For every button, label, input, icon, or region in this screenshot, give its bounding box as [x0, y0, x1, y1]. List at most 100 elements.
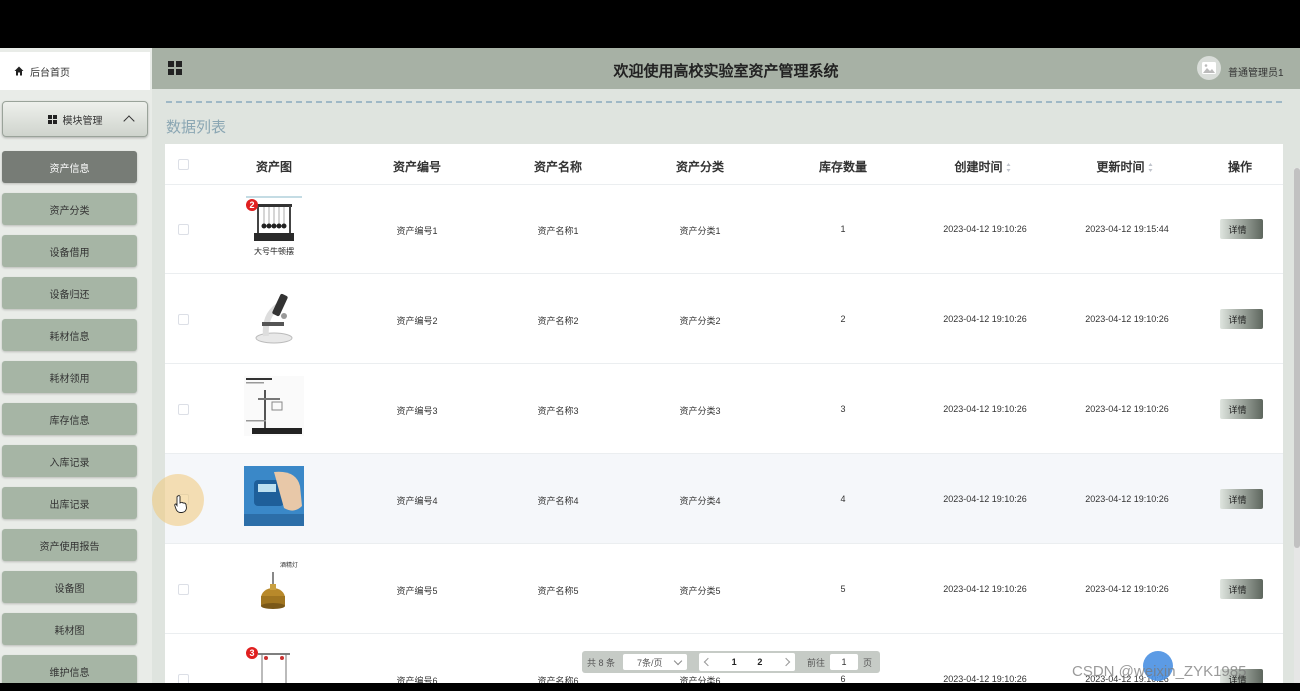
- module-label: 模块管理: [62, 115, 103, 127]
- col-asset-name: 资产名称: [533, 160, 583, 174]
- page-unit-label: 页: [863, 657, 873, 668]
- col-actions: 操作: [1227, 160, 1253, 174]
- hand-cursor-icon: [174, 495, 187, 513]
- pagination: 共 8 条 7条/页 1 2 前往 1 页: [582, 651, 880, 673]
- pagination-total: 共 8 条: [587, 657, 616, 668]
- asset-thumbnail[interactable]: [244, 376, 304, 436]
- sidebar-item-maintenance-info[interactable]: 维护信息: [2, 655, 137, 683]
- cell-created: 2023-04-12 19:10:26: [943, 584, 1027, 594]
- table-header: 资产图 资产编号 资产名称 资产分类 库存数量 创建时间 更新时间 操作: [165, 144, 1283, 185]
- col-created-time[interactable]: 创建时间: [954, 158, 1011, 175]
- col-asset-image: 资产图: [255, 160, 293, 174]
- detail-button[interactable]: 详情: [1220, 219, 1263, 239]
- asset-thumbnail[interactable]: [244, 466, 304, 526]
- sidebar-item-asset-info[interactable]: 资产信息: [2, 151, 137, 183]
- sidebar-item-asset-category[interactable]: 资产分类: [2, 193, 137, 225]
- divider: [166, 101, 1282, 103]
- cell-category: 资产分类5: [679, 586, 721, 596]
- sidebar-item-equipment-chart[interactable]: 设备图: [2, 571, 137, 603]
- cell-name: 资产名称2: [537, 316, 579, 326]
- asset-thumbnail[interactable]: 酒精灯: [244, 556, 304, 616]
- detail-button[interactable]: 详情: [1220, 489, 1263, 509]
- bottom-black-bar: [0, 683, 1300, 691]
- chevron-up-icon: [123, 115, 135, 127]
- detail-button[interactable]: 详情: [1220, 399, 1263, 419]
- asset-thumbnail[interactable]: [244, 286, 304, 346]
- data-table: 资产图 资产编号 资产名称 资产分类 库存数量 创建时间 更新时间 操作 大号牛…: [165, 144, 1283, 683]
- cell-code: 资产编号4: [396, 496, 438, 506]
- cell-updated: 2023-04-12 19:10:26: [1085, 494, 1169, 504]
- goto-label: 前往: [807, 657, 826, 668]
- goto-page-input[interactable]: 1: [830, 654, 859, 670]
- cell-created: 2023-04-12 19:10:26: [943, 314, 1027, 324]
- asset-thumbnail[interactable]: 大号牛顿摆 2: [244, 196, 304, 256]
- home-icon: [14, 66, 24, 76]
- row-checkbox[interactable]: [178, 404, 189, 415]
- sidebar-item-stock-out[interactable]: 出库记录: [2, 487, 137, 519]
- sidebar: 后台首页 模块管理 资产信息 资产分类 设备借用 设备归还 耗材信息 耗材领用 …: [0, 48, 152, 683]
- detail-button[interactable]: 详情: [1220, 309, 1263, 329]
- col-updated-time[interactable]: 更新时间: [1096, 158, 1153, 175]
- cell-category: 资产分类4: [679, 496, 721, 506]
- prev-page-icon[interactable]: [703, 657, 713, 667]
- module-management-toggle[interactable]: 模块管理: [2, 101, 148, 137]
- page-1-button[interactable]: 1: [732, 657, 737, 667]
- sort-icon[interactable]: [1148, 163, 1154, 173]
- table-row: 资产编号4 资产名称4 资产分类4 4 2023-04-12 19:10:26 …: [165, 454, 1283, 544]
- image-caption: 大号牛顿摆: [254, 247, 294, 256]
- sidebar-item-inventory-info[interactable]: 库存信息: [2, 403, 137, 435]
- cell-code: 资产编号3: [396, 406, 438, 416]
- cell-code: 资产编号1: [396, 226, 438, 236]
- row-checkbox[interactable]: [178, 584, 189, 595]
- sidebar-item-consumable-info[interactable]: 耗材信息: [2, 319, 137, 351]
- row-checkbox[interactable]: [178, 314, 189, 325]
- cell-updated: 2023-04-12 19:10:26: [1085, 404, 1169, 414]
- avatar[interactable]: [1197, 56, 1221, 80]
- cell-code: 资产编号6: [396, 676, 438, 683]
- sidebar-item-consumable-chart[interactable]: 耗材图: [2, 613, 137, 645]
- cell-updated: 2023-04-12 19:10:26: [1085, 314, 1169, 324]
- cell-qty: 1: [840, 224, 846, 234]
- sidebar-item-stock-in[interactable]: 入库记录: [2, 445, 137, 477]
- cell-qty: 4: [840, 494, 846, 504]
- sidebar-item-usage-report[interactable]: 资产使用报告: [2, 529, 137, 561]
- asset-thumbnail[interactable]: 3: [244, 646, 304, 683]
- table-row: 大号牛顿摆 2 资产编号1 资产名称1 资产分类1 1 2023-04-12 1…: [165, 184, 1283, 274]
- scrollbar-thumb[interactable]: [1294, 168, 1300, 548]
- cell-code: 资产编号5: [396, 586, 438, 596]
- top-black-bar: [0, 0, 1300, 48]
- row-checkbox[interactable]: [178, 224, 189, 235]
- top-header: 欢迎使用高校实验室资产管理系统 普通管理员1: [152, 48, 1300, 89]
- cell-created: 2023-04-12 19:10:26: [943, 674, 1027, 683]
- scrollbar[interactable]: [1294, 168, 1300, 683]
- page-size-select[interactable]: 7条/页: [623, 654, 687, 670]
- cell-category: 资产分类3: [679, 406, 721, 416]
- table-row: 资产编号3 资产名称3 资产分类3 3 2023-04-12 19:10:26 …: [165, 364, 1283, 454]
- page-nav: 1 2: [699, 653, 795, 671]
- page-2-button[interactable]: 2: [757, 657, 762, 667]
- cell-qty: 5: [840, 584, 846, 594]
- cell-created: 2023-04-12 19:10:26: [943, 224, 1027, 234]
- cell-name: 资产名称5: [537, 586, 579, 596]
- home-label: 后台首页: [30, 67, 70, 79]
- detail-button[interactable]: 详情: [1220, 579, 1263, 599]
- select-all-checkbox[interactable]: [178, 159, 189, 170]
- col-created-label: 创建时间: [954, 160, 1003, 174]
- col-asset-code: 资产编号: [392, 160, 442, 174]
- sidebar-item-equipment-borrow[interactable]: 设备借用: [2, 235, 137, 267]
- sidebar-home-link[interactable]: 后台首页: [0, 52, 150, 90]
- watermark: CSDN @weixin_ZYK1985: [1072, 663, 1247, 680]
- cell-category: 资产分类1: [679, 226, 721, 236]
- cell-updated: 2023-04-12 19:15:44: [1085, 224, 1169, 234]
- cell-qty: 6: [840, 674, 846, 683]
- grid-icon: [47, 114, 57, 124]
- next-page-icon[interactable]: [781, 657, 791, 667]
- sort-icon[interactable]: [1006, 163, 1012, 173]
- sidebar-item-equipment-return[interactable]: 设备归还: [2, 277, 137, 309]
- row-checkbox[interactable]: [178, 674, 189, 683]
- sidebar-item-consumable-claim[interactable]: 耗材领用: [2, 361, 137, 393]
- page-size-value: 7条/页: [637, 657, 663, 668]
- user-name[interactable]: 普通管理员1: [1228, 64, 1284, 79]
- cell-name: 资产名称6: [537, 676, 579, 683]
- number-badge: 2: [246, 199, 258, 211]
